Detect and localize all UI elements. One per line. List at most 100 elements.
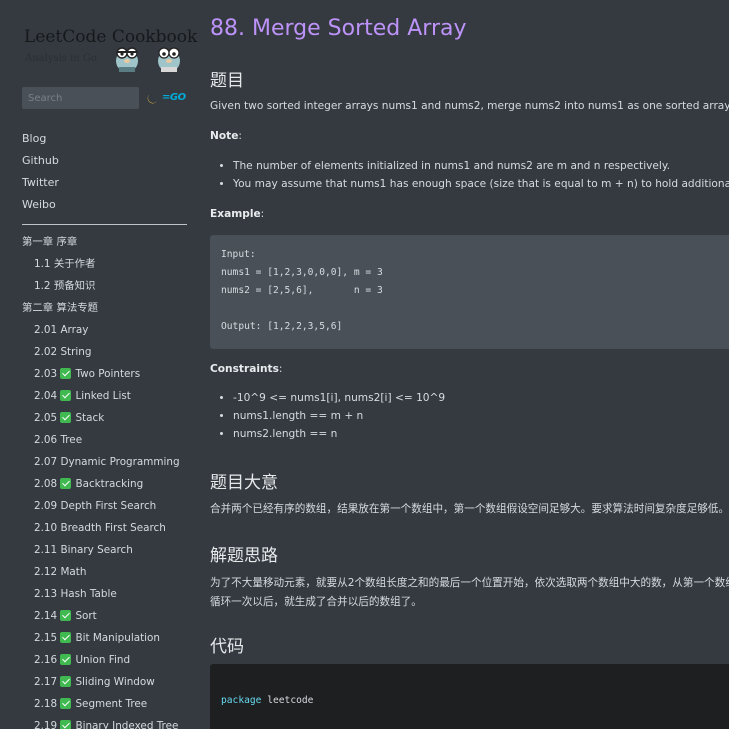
list-item: -10^9 <= nums1[i], nums2[i] <= 10^9 [233, 389, 445, 407]
app-window: LeetCode Cookbook Analysis in Go =GO [0, 0, 729, 729]
toc-item-label: 2.19 [34, 720, 58, 729]
solution-code-block: package leetcode [210, 664, 729, 729]
check-mark-icon [60, 632, 72, 643]
code-line: nums1 = [1,2,3,0,0,0], m = 3 [221, 267, 383, 278]
check-mark-icon [60, 676, 72, 687]
toc-item[interactable]: 2.12 Math [22, 561, 190, 583]
check-mark-icon [60, 368, 72, 379]
toc-item-label: 1.1 关于作者 [34, 258, 96, 270]
toc-item[interactable]: 2.07 Dynamic Programming [22, 451, 190, 473]
toc-item-label: 2.04 [34, 390, 58, 402]
toc-item-label: 2.07 Dynamic Programming [34, 456, 180, 468]
toc-item-title: Linked List [75, 390, 131, 402]
toc-item-label: 2.17 [34, 676, 58, 688]
search-input[interactable] [22, 87, 139, 109]
list-item: nums1.length == m + n [233, 407, 445, 425]
toc-item[interactable]: 2.17 Sliding Window [22, 671, 190, 693]
sidebar: LeetCode Cookbook Analysis in Go =GO [0, 0, 200, 729]
toc-item[interactable]: 第一章 序章 [22, 231, 190, 253]
site-brand-subtitle: Analysis in Go [25, 53, 97, 64]
toc-item-title: Sort [75, 610, 97, 622]
toc-item-label: 1.2 预备知识 [34, 280, 96, 292]
constraints-list: -10^9 <= nums1[i], nums2[i] <= 10^9 nums… [210, 389, 445, 443]
toc-item[interactable]: 2.06 Tree [22, 429, 190, 451]
approach-text-line-1: 为了不大量移动元素，就要从2个数组长度之和的最后一个位置开始，依次选取两个数组中… [210, 577, 729, 589]
code-line: Output: [1,2,2,3,5,6] [221, 321, 343, 332]
go-link[interactable]: =GO [162, 92, 186, 103]
summary-text: 合并两个已经有序的数组，结果放在第一个数组中，第一个数组假设空间足够大。要求算法… [210, 503, 729, 515]
toc-item[interactable]: 2.15 Bit Manipulation [22, 627, 190, 649]
toc-item-title: Segment Tree [75, 698, 148, 710]
toc-item-label: 2.09 Depth First Search [34, 500, 157, 512]
toc-item[interactable]: 2.14 Sort [22, 605, 190, 627]
toc-item[interactable]: 2.03 Two Pointers [22, 363, 190, 385]
toc-item-label: 2.15 [34, 632, 58, 644]
code-line: Input: [221, 249, 256, 260]
nav-link-github[interactable]: Github [22, 150, 190, 172]
toc-item[interactable]: 2.13 Hash Table [22, 583, 190, 605]
toc-item[interactable]: 2.05 Stack [22, 407, 190, 429]
code-line: nums2 = [2,5,6], n = 3 [221, 285, 383, 296]
nav-links: Blog Github Twitter Weibo [22, 128, 190, 216]
check-mark-icon [60, 412, 72, 423]
toc-item-label: 第二章 算法专题 [22, 302, 99, 314]
toc-item-label: 第一章 序章 [22, 236, 78, 248]
toc-item-title: Two Pointers [75, 368, 141, 380]
toc-item[interactable]: 1.1 关于作者 [22, 253, 190, 275]
problem-description: Given two sorted integer arrays nums1 an… [210, 100, 729, 112]
list-item: The number of elements initialized in nu… [233, 157, 729, 175]
heading-problem: 题目 [210, 71, 244, 91]
list-item: You may assume that nums1 has enough spa… [233, 175, 729, 193]
toc-item-label: 2.14 [34, 610, 58, 622]
check-mark-icon [60, 720, 72, 729]
toc-item[interactable]: 2.08 Backtracking [22, 473, 190, 495]
toc-item-title: Stack [75, 412, 105, 424]
toc-item[interactable]: 2.01 Array [22, 319, 190, 341]
toc-item[interactable]: 2.02 String [22, 341, 190, 363]
note-list: The number of elements initialized in nu… [210, 157, 729, 193]
toc-item-label: 2.16 [34, 654, 58, 666]
toc-item-title: Binary Indexed Tree [75, 720, 179, 729]
toc-item-label: 2.18 [34, 698, 58, 710]
toc-item[interactable]: 2.16 Union Find [22, 649, 190, 671]
approach-text-line-2: 循环一次以后，就生成了合并以后的数组了。 [210, 596, 422, 608]
constraints-label: Constraints: [210, 363, 283, 375]
toc-item[interactable]: 2.19 Binary Indexed Tree [22, 715, 190, 729]
toc-item-title: Bit Manipulation [75, 632, 160, 644]
toc-item[interactable]: 2.04 Linked List [22, 385, 190, 407]
nav-link-weibo[interactable]: Weibo [22, 194, 190, 216]
toc-item[interactable]: 第二章 算法专题 [22, 297, 190, 319]
example-label: Example: [210, 208, 265, 220]
heading-approach: 解题思路 [210, 546, 278, 566]
toc-item-label: 2.10 Breadth First Search [34, 522, 166, 534]
list-item: nums2.length == n [233, 425, 445, 443]
toc-item-label: 2.08 [34, 478, 58, 490]
toc-item[interactable]: 2.11 Binary Search [22, 539, 190, 561]
toc-item-label: 2.01 Array [34, 324, 89, 336]
nav-link-twitter[interactable]: Twitter [22, 172, 190, 194]
toc-item-title: Backtracking [75, 478, 144, 490]
heading-code: 代码 [210, 637, 244, 657]
toc-item-title: Sliding Window [75, 676, 155, 688]
note-label: Note: [210, 130, 242, 142]
toc-item-label: 2.02 String [34, 346, 92, 358]
toc-item[interactable]: 2.18 Segment Tree [22, 693, 190, 715]
toc-item-label: 2.11 Binary Search [34, 544, 133, 556]
toc-item[interactable]: 2.10 Breadth First Search [22, 517, 190, 539]
toc-item[interactable]: 2.09 Depth First Search [22, 495, 190, 517]
go-speed-lines-icon: = [162, 92, 170, 103]
table-of-contents: 第一章 序章 1.1 关于作者 1.2 预备知识第二章 算法专题 2.01 Array… [22, 231, 190, 729]
moon-theme-icon[interactable] [146, 92, 159, 105]
toc-item-title: Union Find [75, 654, 131, 666]
heading-summary: 题目大意 [210, 473, 278, 493]
check-mark-icon [60, 610, 72, 621]
toc-item-label: 2.12 Math [34, 566, 87, 578]
code-line: package leetcode [221, 695, 314, 706]
nav-divider [22, 224, 187, 225]
nav-link-blog[interactable]: Blog [22, 128, 190, 150]
check-mark-icon [60, 478, 72, 489]
gopher-logo-icon [116, 47, 138, 72]
toc-item[interactable]: 1.2 预备知识 [22, 275, 190, 297]
check-mark-icon [60, 698, 72, 709]
check-mark-icon [60, 390, 72, 401]
